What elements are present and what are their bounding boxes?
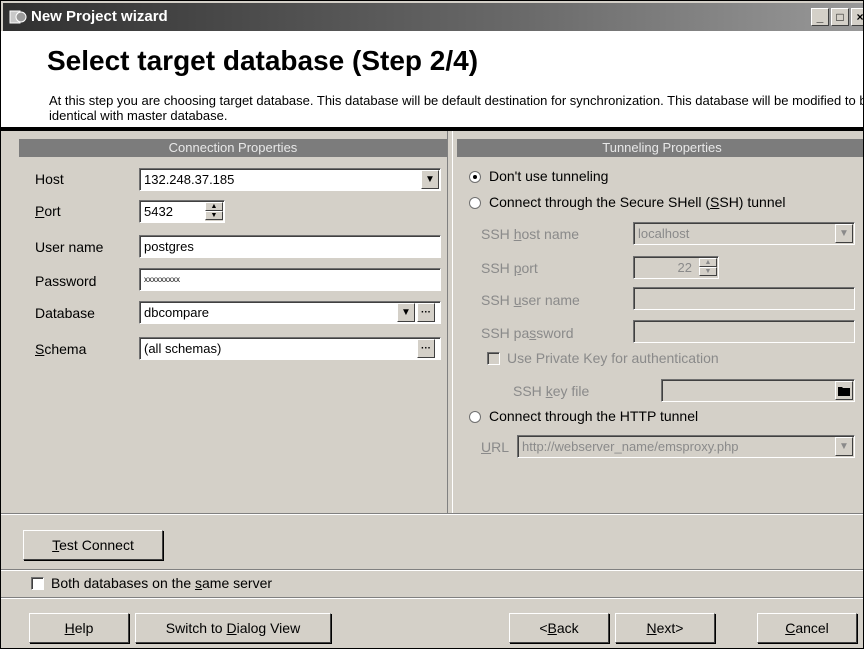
switch-dialog-view-button[interactable]: Switch to Dialog View <box>135 613 331 643</box>
ssh-key-file-browse-button[interactable] <box>835 381 853 400</box>
spin-up-icon[interactable]: ▲ <box>699 258 717 267</box>
database-combobox[interactable]: dbcompare <box>139 301 441 324</box>
spin-down-icon[interactable]: ▼ <box>205 211 223 220</box>
private-key-checkbox[interactable] <box>487 352 500 365</box>
schema-combobox[interactable]: (all schemas) <box>139 337 441 360</box>
database-dropdown-button[interactable]: ▼ <box>397 303 415 322</box>
no-tunnel-label[interactable]: Don't use tunneling <box>489 168 608 184</box>
footer-separator <box>1 597 863 599</box>
ssh-password-label: SSH password <box>481 325 574 341</box>
database-label: Database <box>35 305 95 321</box>
connection-properties-header: Connection Properties <box>19 139 447 157</box>
new-project-wizard-window: New Project wizard _ □ × Select target d… <box>0 0 864 649</box>
no-tunnel-radio[interactable] <box>469 171 481 183</box>
url-label: URL <box>481 439 510 455</box>
chevron-down-icon: ▼ <box>839 228 849 239</box>
maximize-button[interactable]: □ <box>831 8 849 26</box>
host-label: Host <box>35 171 64 187</box>
port-label: Port <box>35 203 61 219</box>
ssh-key-file-label: SSH key file <box>513 383 590 399</box>
window-title: New Project wizard <box>31 8 168 25</box>
private-key-label[interactable]: Use Private Key for authentication <box>507 350 719 366</box>
chevron-down-icon: ▼ <box>425 174 435 185</box>
password-label: Password <box>35 273 97 289</box>
header-divider <box>1 127 863 131</box>
http-tunnel-radio[interactable] <box>469 411 481 423</box>
schema-browse-button[interactable]: ··· <box>417 339 435 358</box>
url-combobox[interactable]: http://webserver_name/emsproxy.php <box>517 435 855 458</box>
ssh-host-combobox[interactable]: localhost <box>633 222 855 245</box>
chevron-down-icon: ▼ <box>401 307 411 318</box>
app-icon <box>9 10 27 24</box>
password-input[interactable]: xxxxxxxxx <box>139 268 441 291</box>
ssh-port-stepper[interactable]: ▲ ▼ <box>699 258 717 277</box>
ssh-port-label: SSH port <box>481 260 538 276</box>
tunneling-properties-header: Tunneling Properties <box>457 139 863 157</box>
ssh-tunnel-label[interactable]: Connect through the Secure SHell (SSH) t… <box>489 194 786 210</box>
host-dropdown-button[interactable]: ▼ <box>421 170 439 189</box>
cancel-button[interactable]: Cancel <box>757 613 857 643</box>
page-title: Select target database (Step 2/4) <box>47 45 479 76</box>
title-bar[interactable]: New Project wizard _ □ × <box>3 3 863 31</box>
help-button[interactable]: Help <box>29 613 129 643</box>
test-connect-button[interactable]: Test Connect <box>23 530 163 560</box>
url-dropdown-button[interactable]: ▼ <box>835 437 853 456</box>
ssh-host-dropdown-button[interactable]: ▼ <box>835 224 853 243</box>
schema-label: Schema <box>35 341 87 357</box>
user-name-label: User name <box>35 239 104 255</box>
http-tunnel-label[interactable]: Connect through the HTTP tunnel <box>489 408 698 424</box>
ssh-host-label: SSH host name <box>481 226 580 242</box>
close-button[interactable]: × <box>851 8 863 26</box>
next-button[interactable]: Next> <box>615 613 715 643</box>
ssh-user-label: SSH user name <box>481 292 580 308</box>
wizard-header: Select target database (Step 2/4) At thi… <box>1 31 864 127</box>
user-name-input[interactable]: postgres <box>139 235 441 258</box>
back-button[interactable]: <Back <box>509 613 609 643</box>
ssh-key-file-input[interactable] <box>661 379 855 402</box>
bottom-separator <box>1 513 863 515</box>
same-server-checkbox[interactable] <box>31 577 44 590</box>
minimize-button[interactable]: _ <box>811 8 829 26</box>
host-combobox[interactable]: 132.248.37.185 <box>139 168 441 191</box>
step-description: At this step you are choosing target dat… <box>49 93 864 123</box>
same-server-label[interactable]: Both databases on the same server <box>51 575 272 591</box>
spin-up-icon[interactable]: ▲ <box>205 202 223 211</box>
panel-splitter[interactable] <box>447 131 453 513</box>
ssh-tunnel-radio[interactable] <box>469 197 481 209</box>
ssh-password-input[interactable] <box>633 320 855 343</box>
ssh-user-input[interactable] <box>633 287 855 310</box>
database-browse-button[interactable]: ··· <box>417 303 435 322</box>
spin-down-icon[interactable]: ▼ <box>699 267 717 276</box>
folder-icon <box>838 387 850 396</box>
port-stepper[interactable]: ▲ ▼ <box>205 202 223 221</box>
options-separator <box>1 569 863 571</box>
chevron-down-icon: ▼ <box>839 441 849 452</box>
